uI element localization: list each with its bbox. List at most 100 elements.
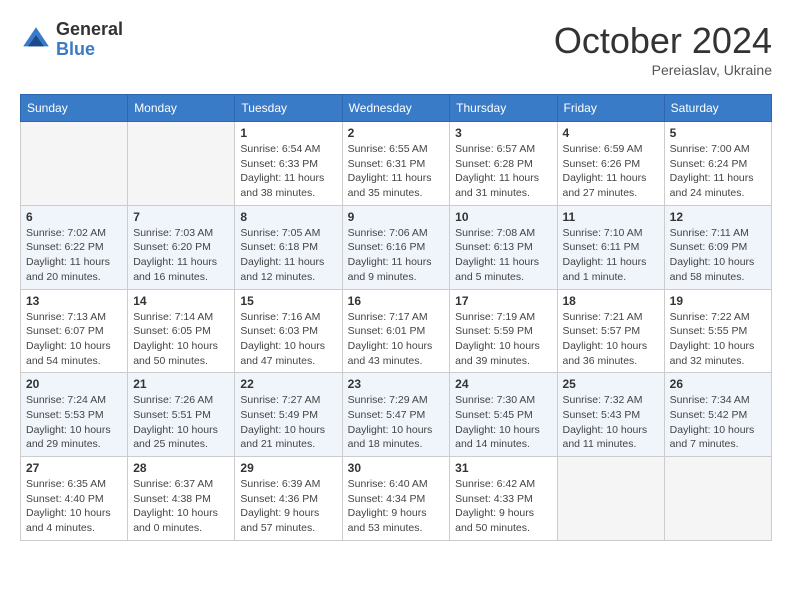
table-row: 7 Sunrise: 7:03 AM Sunset: 6:20 PM Daylig… (128, 205, 235, 289)
day-info: Sunrise: 7:30 AM Sunset: 5:45 PM Dayligh… (455, 393, 551, 452)
day-number: 10 (455, 210, 551, 224)
day-number: 8 (240, 210, 336, 224)
table-row: 1Sunrise: 6:54 AM Sunset: 6:33 PM Daylig… (235, 122, 342, 206)
day-number: 15 (240, 294, 336, 308)
table-row: 23 Sunrise: 7:29 AM Sunset: 5:47 PM Dayli… (342, 373, 450, 457)
month-year-title: October 2024 (554, 20, 772, 62)
title-block: October 2024 Pereiaslav, Ukraine (554, 20, 772, 78)
table-row: 18 Sunrise: 7:21 AM Sunset: 5:57 PM Dayli… (557, 289, 664, 373)
day-info: Sunrise: 7:05 AM Sunset: 6:18 PM Dayligh… (240, 226, 336, 285)
day-info: Sunrise: 7:26 AM Sunset: 5:51 PM Dayligh… (133, 393, 229, 452)
table-row: 31 Sunrise: 6:42 AM Sunset: 4:33 PM Dayli… (450, 457, 557, 541)
day-info: Sunrise: 7:27 AM Sunset: 5:49 PM Dayligh… (240, 393, 336, 452)
day-info: Sunrise: 7:16 AM Sunset: 6:03 PM Dayligh… (240, 310, 336, 369)
day-number: 17 (455, 294, 551, 308)
table-row: 4 Sunrise: 6:59 AM Sunset: 6:26 PM Daylig… (557, 122, 664, 206)
table-row: 24Sunrise: 7:30 AM Sunset: 5:45 PM Dayli… (450, 373, 557, 457)
day-number: 27 (26, 461, 122, 475)
col-tuesday: Tuesday (235, 95, 342, 122)
day-info: Sunrise: 7:06 AM Sunset: 6:16 PM Dayligh… (348, 226, 445, 285)
table-row: 3 Sunrise: 6:57 AM Sunset: 6:28 PM Daylig… (450, 122, 557, 206)
table-row: 30Sunrise: 6:40 AM Sunset: 4:34 PM Dayli… (342, 457, 450, 541)
day-info: Sunrise: 6:37 AM Sunset: 4:38 PM Dayligh… (133, 477, 229, 536)
day-info: Sunrise: 6:54 AM Sunset: 6:33 PM Dayligh… (240, 142, 336, 201)
day-info: Sunrise: 6:35 AM Sunset: 4:40 PM Dayligh… (26, 477, 122, 536)
table-row (128, 122, 235, 206)
day-info: Sunrise: 6:39 AM Sunset: 4:36 PM Dayligh… (240, 477, 336, 536)
day-info: Sunrise: 7:34 AM Sunset: 5:42 PM Dayligh… (670, 393, 766, 452)
day-info: Sunrise: 7:08 AM Sunset: 6:13 PM Dayligh… (455, 226, 551, 285)
day-number: 13 (26, 294, 122, 308)
day-number: 4 (563, 126, 659, 140)
table-row: 9 Sunrise: 7:06 AM Sunset: 6:16 PM Daylig… (342, 205, 450, 289)
day-number: 31 (455, 461, 551, 475)
table-row: 13 Sunrise: 7:13 AM Sunset: 6:07 PM Dayli… (21, 289, 128, 373)
calendar-week-row: 20 Sunrise: 7:24 AM Sunset: 5:53 PM Dayli… (21, 373, 772, 457)
table-row: 16Sunrise: 7:17 AM Sunset: 6:01 PM Dayli… (342, 289, 450, 373)
day-number: 20 (26, 377, 122, 391)
table-row: 29 Sunrise: 6:39 AM Sunset: 4:36 PM Dayli… (235, 457, 342, 541)
day-number: 9 (348, 210, 445, 224)
table-row: 28Sunrise: 6:37 AM Sunset: 4:38 PM Dayli… (128, 457, 235, 541)
day-info: Sunrise: 7:17 AM Sunset: 6:01 PM Dayligh… (348, 310, 445, 369)
col-sunday: Sunday (21, 95, 128, 122)
table-row: 19 Sunrise: 7:22 AM Sunset: 5:55 PM Dayli… (664, 289, 771, 373)
location-subtitle: Pereiaslav, Ukraine (554, 62, 772, 78)
calendar-week-row: 27 Sunrise: 6:35 AM Sunset: 4:40 PM Dayli… (21, 457, 772, 541)
table-row (557, 457, 664, 541)
day-info: Sunrise: 7:03 AM Sunset: 6:20 PM Dayligh… (133, 226, 229, 285)
logo: General Blue (20, 20, 123, 60)
col-friday: Friday (557, 95, 664, 122)
day-number: 23 (348, 377, 445, 391)
day-info: Sunrise: 6:57 AM Sunset: 6:28 PM Dayligh… (455, 142, 551, 201)
day-info: Sunrise: 6:42 AM Sunset: 4:33 PM Dayligh… (455, 477, 551, 536)
day-info: Sunrise: 7:19 AM Sunset: 5:59 PM Dayligh… (455, 310, 551, 369)
col-monday: Monday (128, 95, 235, 122)
calendar-header-row: Sunday Monday Tuesday Wednesday Thursday… (21, 95, 772, 122)
table-row: 10 Sunrise: 7:08 AM Sunset: 6:13 PM Dayli… (450, 205, 557, 289)
day-info: Sunrise: 7:14 AM Sunset: 6:05 PM Dayligh… (133, 310, 229, 369)
day-number: 6 (26, 210, 122, 224)
logo-text: General Blue (56, 20, 123, 60)
day-number: 30 (348, 461, 445, 475)
table-row: 15 Sunrise: 7:16 AM Sunset: 6:03 PM Dayli… (235, 289, 342, 373)
day-info: Sunrise: 7:24 AM Sunset: 5:53 PM Dayligh… (26, 393, 122, 452)
table-row: 8 Sunrise: 7:05 AM Sunset: 6:18 PM Daylig… (235, 205, 342, 289)
day-number: 18 (563, 294, 659, 308)
table-row: 27 Sunrise: 6:35 AM Sunset: 4:40 PM Dayli… (21, 457, 128, 541)
table-row: 14Sunrise: 7:14 AM Sunset: 6:05 PM Dayli… (128, 289, 235, 373)
logo-icon (20, 24, 52, 56)
calendar-week-row: 6 Sunrise: 7:02 AM Sunset: 6:22 PM Daylig… (21, 205, 772, 289)
table-row: 21 Sunrise: 7:26 AM Sunset: 5:51 PM Dayli… (128, 373, 235, 457)
col-saturday: Saturday (664, 95, 771, 122)
day-number: 19 (670, 294, 766, 308)
table-row (21, 122, 128, 206)
day-info: Sunrise: 7:22 AM Sunset: 5:55 PM Dayligh… (670, 310, 766, 369)
table-row (664, 457, 771, 541)
day-info: Sunrise: 7:10 AM Sunset: 6:11 PM Dayligh… (563, 226, 659, 285)
day-number: 22 (240, 377, 336, 391)
table-row: 20 Sunrise: 7:24 AM Sunset: 5:53 PM Dayli… (21, 373, 128, 457)
table-row: 26 Sunrise: 7:34 AM Sunset: 5:42 PM Dayli… (664, 373, 771, 457)
page-header: General Blue October 2024 Pereiaslav, Uk… (20, 20, 772, 78)
col-wednesday: Wednesday (342, 95, 450, 122)
day-number: 21 (133, 377, 229, 391)
table-row: 11Sunrise: 7:10 AM Sunset: 6:11 PM Dayli… (557, 205, 664, 289)
day-info: Sunrise: 7:21 AM Sunset: 5:57 PM Dayligh… (563, 310, 659, 369)
day-info: Sunrise: 7:02 AM Sunset: 6:22 PM Dayligh… (26, 226, 122, 285)
day-number: 7 (133, 210, 229, 224)
day-number: 26 (670, 377, 766, 391)
day-number: 25 (563, 377, 659, 391)
table-row: 6 Sunrise: 7:02 AM Sunset: 6:22 PM Daylig… (21, 205, 128, 289)
day-number: 12 (670, 210, 766, 224)
calendar-table: Sunday Monday Tuesday Wednesday Thursday… (20, 94, 772, 541)
day-number: 29 (240, 461, 336, 475)
table-row: 12Sunrise: 7:11 AM Sunset: 6:09 PM Dayli… (664, 205, 771, 289)
day-info: Sunrise: 7:29 AM Sunset: 5:47 PM Dayligh… (348, 393, 445, 452)
day-info: Sunrise: 7:13 AM Sunset: 6:07 PM Dayligh… (26, 310, 122, 369)
table-row: 5Sunrise: 7:00 AM Sunset: 6:24 PM Daylig… (664, 122, 771, 206)
col-thursday: Thursday (450, 95, 557, 122)
day-info: Sunrise: 6:59 AM Sunset: 6:26 PM Dayligh… (563, 142, 659, 201)
day-number: 3 (455, 126, 551, 140)
day-number: 2 (348, 126, 445, 140)
